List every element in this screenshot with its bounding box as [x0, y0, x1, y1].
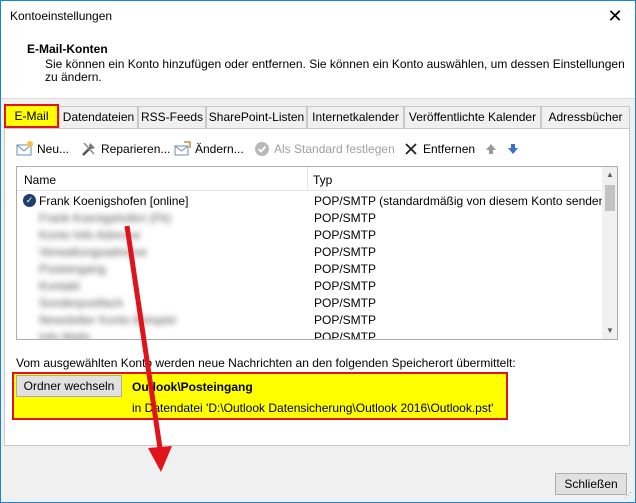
- delivery-info-text: Vom ausgewählten Konto werden neue Nachr…: [16, 356, 516, 370]
- account-type: POP/SMTP: [314, 279, 377, 293]
- tab-data-files[interactable]: Datendateien: [59, 106, 138, 128]
- remove-button-label: Entfernen: [423, 142, 476, 156]
- account-type: POP/SMTP: [314, 211, 377, 225]
- table-row[interactable]: ✓ Frank Koenigshofen [online] POP/SMTP (…: [17, 192, 609, 209]
- table-row[interactable]: Posteingang POP/SMTP: [17, 260, 601, 277]
- header-area: E-Mail-Konten Sie können ein Konto hinzu…: [1, 31, 635, 99]
- tab-internet-calendars[interactable]: Internetkalender: [307, 106, 404, 128]
- change-button-label: Ändern...: [195, 142, 244, 156]
- change-folder-button[interactable]: Ordner wechseln: [16, 375, 122, 397]
- tab-sharepoint-lists[interactable]: SharePoint-Listen: [206, 106, 307, 128]
- window-title: Kontoeinstellungen: [10, 9, 113, 23]
- scroll-down-icon[interactable]: ▼: [602, 323, 617, 339]
- account-name: Info Mails: [39, 330, 91, 340]
- table-row[interactable]: Konto Info Adresse POP/SMTP: [17, 226, 601, 243]
- column-separator[interactable]: [307, 167, 308, 191]
- account-name: Sonderpostfach: [39, 296, 124, 310]
- set-default-button[interactable]: Als Standard festlegen: [253, 138, 395, 160]
- arrow-up-icon: [484, 140, 502, 158]
- remove-x-icon: [402, 140, 420, 158]
- table-row[interactable]: Info Mails POP/SMTP: [17, 328, 601, 340]
- change-button[interactable]: Ändern...: [174, 138, 244, 160]
- tab-published-calendars[interactable]: Veröffentlichte Kalender: [404, 106, 541, 128]
- account-type: POP/SMTP: [314, 330, 377, 340]
- default-account-check-icon: ✓: [23, 194, 36, 207]
- change-account-icon: [174, 140, 192, 158]
- tab-address-books[interactable]: Adressbücher: [541, 106, 630, 128]
- tab-email[interactable]: E-Mail: [4, 104, 59, 128]
- account-type: POP/SMTP: [314, 228, 377, 242]
- account-list[interactable]: Name Typ ✓ Frank Koenigshofen [online] P…: [16, 166, 618, 340]
- account-type: POP/SMTP: [314, 262, 377, 276]
- account-type: POP/SMTP: [314, 245, 377, 259]
- set-default-label: Als Standard festlegen: [274, 142, 395, 156]
- close-button[interactable]: Schließen: [555, 473, 627, 495]
- table-row[interactable]: Frank Koenigshofen (Fk) POP/SMTP: [17, 209, 601, 226]
- tab-rss-feeds[interactable]: RSS-Feeds: [138, 106, 206, 128]
- repair-tools-icon: [80, 140, 98, 158]
- new-mail-icon: [16, 140, 34, 158]
- remove-button[interactable]: Entfernen: [402, 138, 475, 160]
- table-row[interactable]: Sonderpostfach POP/SMTP: [17, 294, 601, 311]
- delivery-folder: Outlook\Posteingang: [132, 380, 253, 394]
- account-type: POP/SMTP: [314, 313, 377, 327]
- resize-grip-icon[interactable]: ⋰: [624, 491, 634, 501]
- account-name: Konto Info Adresse: [39, 228, 141, 242]
- table-row[interactable]: Verwaltungsadresse POP/SMTP: [17, 243, 601, 260]
- move-up-button[interactable]: [484, 138, 505, 160]
- column-header-name[interactable]: Name: [24, 173, 56, 187]
- section-description: Sie können ein Konto hinzufügen oder ent…: [45, 57, 625, 84]
- account-name: Posteingang: [39, 262, 106, 276]
- arrow-down-icon: [506, 140, 524, 158]
- close-icon[interactable]: ✕: [601, 3, 629, 29]
- delivery-data-file: in Datendatei 'D:\Outlook Datensicherung…: [132, 401, 494, 415]
- account-type: POP/SMTP: [314, 296, 377, 310]
- title-bar: Kontoeinstellungen ✕: [1, 1, 635, 31]
- table-row[interactable]: Newsletter Konto Beispiel POP/SMTP: [17, 311, 601, 328]
- column-header-type[interactable]: Typ: [313, 173, 332, 187]
- account-name: Frank Koenigshofen (Fk): [39, 211, 172, 225]
- section-title: E-Mail-Konten: [27, 42, 108, 56]
- list-header: Name Typ: [17, 167, 601, 191]
- list-scrollbar[interactable]: ▲ ▼: [602, 167, 617, 339]
- checkmark-circle-icon: [253, 140, 271, 158]
- account-type: POP/SMTP (standardmäßig von diesem Konto…: [314, 194, 610, 208]
- scroll-thumb[interactable]: [605, 185, 615, 211]
- account-name: Newsletter Konto Beispiel: [39, 313, 176, 327]
- scroll-up-icon[interactable]: ▲: [602, 167, 617, 183]
- table-row[interactable]: Kontakt POP/SMTP: [17, 277, 601, 294]
- move-down-button[interactable]: [506, 138, 527, 160]
- account-name: Frank Koenigshofen [online]: [39, 194, 189, 208]
- account-name: Verwaltungsadresse: [39, 245, 148, 259]
- account-name: Kontakt: [39, 279, 80, 293]
- new-button-label: Neu...: [37, 142, 70, 156]
- repair-button-label: Reparieren...: [101, 142, 171, 156]
- new-button[interactable]: Neu...: [16, 138, 69, 160]
- repair-button[interactable]: Reparieren...: [80, 138, 170, 160]
